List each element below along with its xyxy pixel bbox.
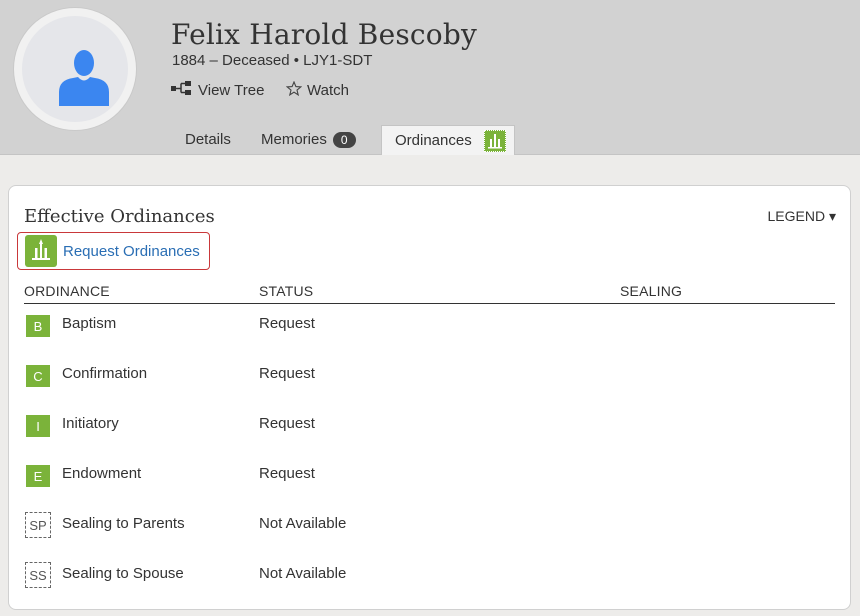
card-title: Effective Ordinances bbox=[24, 206, 215, 227]
baptism-icon: B bbox=[26, 315, 50, 337]
tab-ordinances[interactable]: Ordinances bbox=[381, 125, 515, 155]
endowment-icon: E bbox=[26, 465, 50, 487]
ordinance-name: Initiatory bbox=[62, 415, 119, 432]
star-outline-icon bbox=[285, 80, 303, 100]
tree-icon bbox=[171, 81, 193, 99]
ordinance-row-endowment: E Endowment Request bbox=[24, 462, 835, 488]
column-header-sealing: SEALING bbox=[620, 283, 683, 299]
ordinance-row-sealing-to-spouse: SS Sealing to Spouse Not Available bbox=[24, 562, 835, 588]
tab-memories-label: Memories bbox=[261, 131, 327, 148]
ordinance-name: Baptism bbox=[62, 315, 117, 332]
legend-dropdown[interactable]: LEGEND ▾ bbox=[768, 208, 837, 225]
tab-details[interactable]: Details bbox=[185, 125, 231, 154]
sealing-to-parents-icon: SP bbox=[25, 512, 51, 538]
ordinance-name: Sealing to Spouse bbox=[62, 565, 184, 582]
request-ordinances-button[interactable]: Request Ordinances bbox=[17, 232, 210, 270]
temple-icon bbox=[25, 235, 57, 267]
ordinance-row-confirmation: C Confirmation Request bbox=[24, 362, 835, 388]
ordinance-name: Confirmation bbox=[62, 365, 148, 382]
watch-link[interactable]: Watch bbox=[285, 80, 349, 100]
ordinance-status[interactable]: Request bbox=[259, 465, 315, 482]
temple-icon bbox=[483, 129, 506, 152]
tab-details-label: Details bbox=[185, 131, 231, 148]
effective-ordinances-card: Effective Ordinances LEGEND ▾ Request Or… bbox=[8, 185, 851, 610]
confirmation-icon: C bbox=[26, 365, 50, 387]
ordinance-status: Not Available bbox=[259, 565, 347, 582]
person-subtitle: 1884 – Deceased • LJY1-SDT bbox=[172, 52, 373, 69]
person-silhouette-icon bbox=[59, 50, 109, 106]
watch-label: Watch bbox=[307, 81, 349, 99]
ordinance-row-baptism: B Baptism Request bbox=[24, 312, 835, 338]
ordinance-status[interactable]: Request bbox=[259, 315, 315, 332]
initiatory-icon: I bbox=[26, 415, 50, 437]
tab-ordinances-label: Ordinances bbox=[395, 132, 472, 149]
view-tree-label: View Tree bbox=[198, 81, 265, 99]
memories-count-badge: 0 bbox=[332, 131, 356, 148]
ordinance-name: Endowment bbox=[62, 465, 142, 482]
sealing-to-spouse-icon: SS bbox=[25, 562, 51, 588]
column-header-ordinance: ORDINANCE bbox=[24, 283, 110, 299]
ordinance-status: Not Available bbox=[259, 515, 347, 532]
ordinance-row-initiatory: I Initiatory Request bbox=[24, 412, 835, 438]
avatar[interactable] bbox=[14, 8, 136, 130]
column-header-status: STATUS bbox=[259, 283, 314, 299]
person-name: Felix Harold Bescoby bbox=[171, 18, 477, 51]
tab-memories[interactable]: Memories 0 bbox=[261, 125, 356, 154]
ordinance-row-sealing-to-parents: SP Sealing to Parents Not Available bbox=[24, 512, 835, 538]
request-ordinances-label: Request Ordinances bbox=[63, 242, 200, 260]
ordinance-status[interactable]: Request bbox=[259, 365, 315, 382]
view-tree-link[interactable]: View Tree bbox=[171, 80, 264, 100]
header-divider bbox=[24, 303, 835, 304]
ordinance-name: Sealing to Parents bbox=[62, 515, 185, 532]
ordinance-status[interactable]: Request bbox=[259, 415, 315, 432]
person-header: Felix Harold Bescoby 1884 – Deceased • L… bbox=[0, 0, 860, 155]
